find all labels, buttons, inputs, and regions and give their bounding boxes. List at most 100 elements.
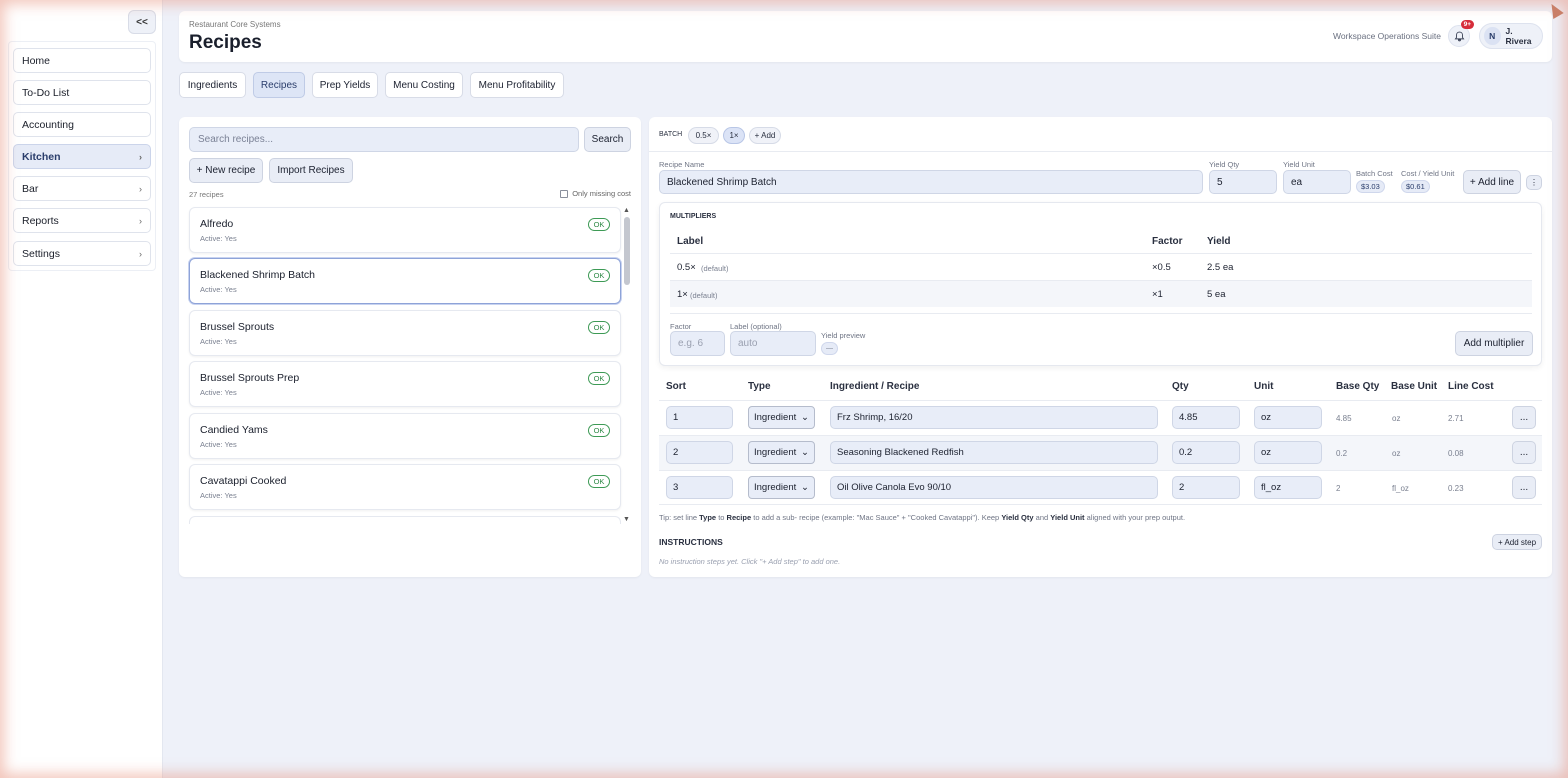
list-item[interactable]: Blackened Shrimp Batch Active: Yes OK xyxy=(189,258,621,304)
ingredient-input[interactable]: Frz Shrimp, 16/20 xyxy=(830,406,1158,429)
sidebar-item-kitchen[interactable]: Kitchen › xyxy=(13,144,151,169)
cost-per-yield-label: Cost / Yield Unit xyxy=(1401,169,1455,178)
table-row: 3 Ingredient ⌄ Oil Olive Canola Evo 90/10… xyxy=(659,470,1542,505)
sidebar-item-label: Accounting xyxy=(22,118,74,131)
tab-recipes[interactable]: Recipes xyxy=(253,72,305,98)
list-item[interactable]: Brussel Sprouts Active: Yes OK xyxy=(189,310,621,356)
sidebar-item-reports[interactable]: Reports › xyxy=(13,208,151,233)
only-missing-cost-toggle[interactable]: Only missing cost xyxy=(560,189,631,198)
recipe-count: 27 recipes xyxy=(189,190,224,199)
sidebar-item-todo[interactable]: To-Do List xyxy=(13,80,151,105)
recipe-active: Active: Yes xyxy=(200,337,237,346)
search-button[interactable]: Search xyxy=(584,127,631,152)
qty-input[interactable]: 2 xyxy=(1172,476,1240,499)
tab-menu-profitability[interactable]: Menu Profitability xyxy=(470,72,564,98)
add-line-button[interactable]: + Add line xyxy=(1463,170,1521,194)
user-menu-button[interactable]: N J. Rivera xyxy=(1479,23,1543,49)
status-badge: OK xyxy=(588,475,610,488)
multiplier-factor: ×1 xyxy=(1152,289,1163,300)
sort-input[interactable]: 3 xyxy=(666,476,733,499)
type-select[interactable]: Ingredient ⌄ xyxy=(748,406,815,429)
collapse-sidebar-button[interactable]: << xyxy=(128,10,156,34)
sidebar-item-bar[interactable]: Bar › xyxy=(13,176,151,201)
tip-part: and xyxy=(1033,513,1051,522)
tip-part: to xyxy=(716,513,727,522)
add-step-button[interactable]: + Add step xyxy=(1492,534,1542,550)
yield-qty-field[interactable]: 5 xyxy=(1209,170,1277,194)
add-batch-button[interactable]: + Add xyxy=(749,127,781,144)
more-options-icon[interactable]: ⋮ xyxy=(1526,175,1542,190)
recipe-search-input[interactable]: Search recipes... xyxy=(189,127,579,152)
sidebar-item-home[interactable]: Home xyxy=(13,48,151,73)
unit-input[interactable]: oz xyxy=(1254,406,1322,429)
col-base-qty: Base Qty xyxy=(1336,381,1380,392)
row-actions-button[interactable]: ... xyxy=(1512,441,1536,464)
ingredient-input[interactable]: Oil Olive Canola Evo 90/10 xyxy=(830,476,1158,499)
default-tag: (default) xyxy=(701,264,729,273)
sidebar-item-accounting[interactable]: Accounting xyxy=(13,112,151,137)
type-select[interactable]: Ingredient ⌄ xyxy=(748,441,815,464)
sidebar-item-settings[interactable]: Settings › xyxy=(13,241,151,266)
sort-input[interactable]: 2 xyxy=(666,441,733,464)
unit-input[interactable]: fl_oz xyxy=(1254,476,1322,499)
import-recipes-button[interactable]: Import Recipes xyxy=(269,158,353,183)
type-select[interactable]: Ingredient ⌄ xyxy=(748,476,815,499)
user-name: J. Rivera xyxy=(1505,26,1532,46)
factor-input[interactable]: e.g. 6 xyxy=(670,331,725,356)
unit-input[interactable]: oz xyxy=(1254,441,1322,464)
page-header: Restaurant Core Systems Recipes Workspac… xyxy=(179,11,1552,62)
scrollbar-thumb[interactable] xyxy=(624,217,630,285)
suite-label: Workspace Operations Suite xyxy=(1332,31,1441,41)
qty-input[interactable]: 4.85 xyxy=(1172,406,1240,429)
col-yield: Yield xyxy=(1207,236,1231,247)
multiplier-factor: ×0.5 xyxy=(1152,262,1171,273)
sidebar-item-label: Reports xyxy=(22,214,59,227)
row-actions-button[interactable]: ... xyxy=(1512,476,1536,499)
yield-unit-field[interactable]: ea xyxy=(1283,170,1351,194)
chevron-right-icon: › xyxy=(139,151,142,162)
table-row: 2 Ingredient ⌄ Seasoning Blackened Redfis… xyxy=(659,435,1542,470)
type-value: Ingredient xyxy=(754,482,797,493)
tip-part: Tip: set line xyxy=(659,513,700,522)
sort-input[interactable]: 1 xyxy=(666,406,733,429)
base-unit: oz xyxy=(1392,414,1401,423)
list-item[interactable] xyxy=(189,516,621,524)
new-recipe-button[interactable]: + New recipe xyxy=(189,158,263,183)
scroll-down-icon[interactable]: ▼ xyxy=(623,516,630,523)
ingredient-input[interactable]: Seasoning Blackened Redfish xyxy=(830,441,1158,464)
row-actions-button[interactable]: ... xyxy=(1512,406,1536,429)
recipe-name-field[interactable]: Blackened Shrimp Batch xyxy=(659,170,1203,194)
list-item[interactable]: Candied Yams Active: Yes OK xyxy=(189,413,621,459)
qty-input[interactable]: 0.2 xyxy=(1172,441,1240,464)
chevron-right-icon: › xyxy=(139,183,142,194)
notifications-button[interactable]: 9+ xyxy=(1448,20,1474,47)
batch-pill-half[interactable]: 0.5× xyxy=(688,127,719,144)
list-item[interactable]: Cavatappi Cooked Active: Yes OK xyxy=(189,464,621,510)
multiplier-label-input[interactable]: auto xyxy=(730,331,816,356)
yield-preview-value: — xyxy=(821,342,838,355)
list-item[interactable]: Alfredo Active: Yes OK xyxy=(189,207,621,253)
list-item[interactable]: Brussel Sprouts Prep Active: Yes OK xyxy=(189,361,621,407)
tab-ingredients[interactable]: Ingredients xyxy=(179,72,246,98)
add-multiplier-button[interactable]: Add multiplier xyxy=(1455,331,1533,356)
recipe-name-label: Recipe Name xyxy=(659,160,705,169)
tip-part: Yield Qty xyxy=(1001,513,1034,522)
breadcrumb: Restaurant Core Systems xyxy=(189,20,281,29)
tab-menu-costing[interactable]: Menu Costing xyxy=(385,72,463,98)
recipe-name: Blackened Shrimp Batch xyxy=(200,269,315,281)
status-badge: OK xyxy=(588,321,610,334)
default-tag: (default) xyxy=(690,291,718,300)
yield-unit-label: Yield Unit xyxy=(1283,160,1315,169)
recipe-list-panel: Search recipes... Search + New recipe Im… xyxy=(179,117,641,577)
base-qty: 0.2 xyxy=(1336,449,1348,458)
col-base-unit: Base Unit xyxy=(1391,381,1438,392)
batch-pill-one[interactable]: 1× xyxy=(723,127,745,144)
col-unit: Unit xyxy=(1254,381,1274,392)
checkbox-icon[interactable] xyxy=(560,189,569,198)
base-unit: fl_oz xyxy=(1392,484,1409,493)
base-qty: 2 xyxy=(1336,484,1341,493)
tab-prep-yields[interactable]: Prep Yields xyxy=(312,72,378,98)
sidebar-item-label: Kitchen xyxy=(22,150,61,163)
scroll-up-icon[interactable]: ▲ xyxy=(623,207,630,214)
recipe-active: Active: Yes xyxy=(200,234,237,243)
